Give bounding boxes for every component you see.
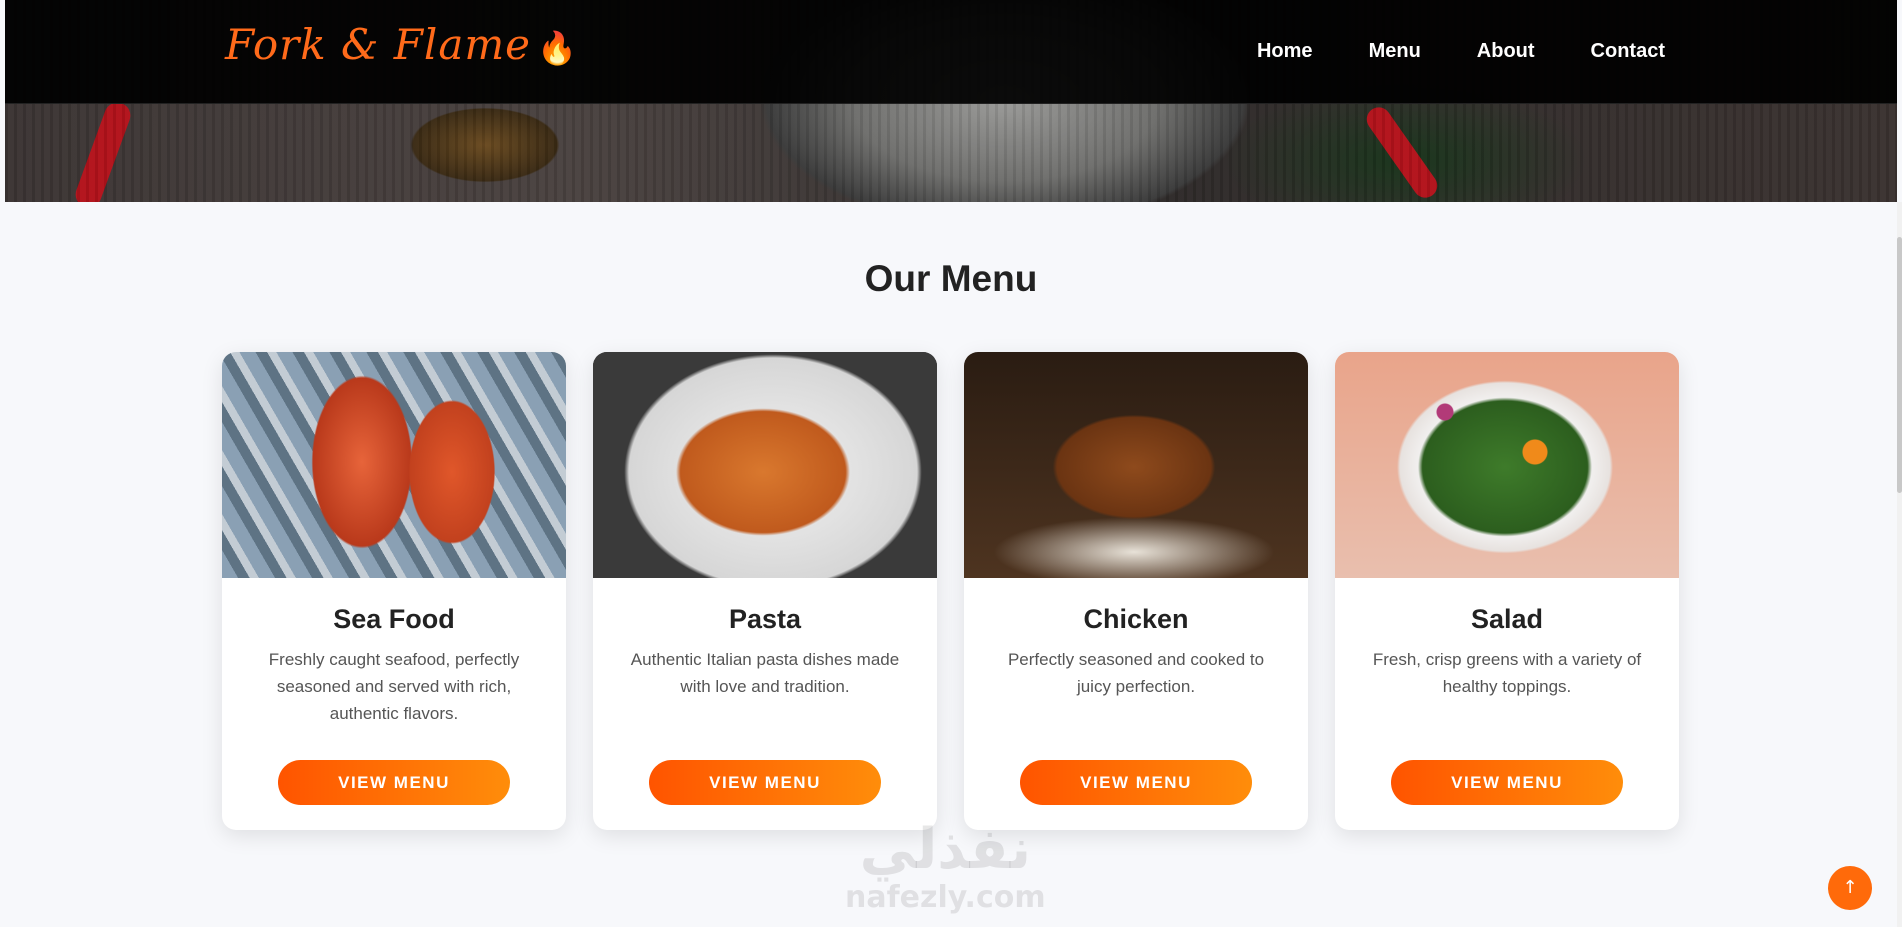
salad-image: [1335, 352, 1679, 578]
view-menu-button[interactable]: VIEW MENU: [278, 760, 510, 805]
nav-item-about[interactable]: About: [1477, 40, 1535, 63]
view-menu-button[interactable]: VIEW MENU: [1391, 760, 1623, 805]
scrollbar-thumb[interactable]: [1897, 237, 1902, 493]
menu-cards: Sea Food Freshly caught seafood, perfect…: [222, 352, 1679, 830]
nav-menu: Home Menu About Contact: [1257, 40, 1665, 63]
chili-decoration: [1362, 102, 1442, 202]
chicken-image: [964, 352, 1308, 578]
flame-icon: 🔥: [537, 29, 578, 67]
card-description: Authentic Italian pasta dishes made with…: [630, 650, 900, 696]
nav-item-home[interactable]: Home: [1257, 40, 1313, 63]
watermark-arabic: نفذلي: [859, 817, 1031, 882]
menu-card-pasta: Pasta Authentic Italian pasta dishes mad…: [593, 352, 937, 830]
card-title: Salad: [1470, 604, 1544, 634]
brand-name: Fork & Flame: [225, 20, 532, 69]
watermark-latin: nafezly.com: [845, 880, 1046, 915]
watermark: نفذلي nafezly.com: [845, 817, 1046, 916]
seafood-image: [222, 352, 566, 578]
card-title: Chicken: [1083, 604, 1189, 634]
card-description: Perfectly seasoned and cooked to juicy p…: [1007, 650, 1265, 696]
scroll-to-top-button[interactable]: ↑: [1828, 866, 1872, 910]
menu-card-chicken: Chicken Perfectly seasoned and cooked to…: [964, 352, 1308, 830]
section-title: Our Menu: [864, 258, 1038, 299]
nav-item-contact[interactable]: Contact: [1591, 40, 1665, 63]
brand-logo[interactable]: Fork & Flame 🔥: [225, 20, 578, 69]
view-menu-button[interactable]: VIEW MENU: [649, 760, 881, 805]
card-description: Freshly caught seafood, perfectly season…: [268, 650, 520, 723]
menu-card-seafood: Sea Food Freshly caught seafood, perfect…: [222, 352, 566, 830]
nav-item-menu[interactable]: Menu: [1369, 40, 1421, 63]
card-title: Pasta: [728, 604, 802, 634]
chili-decoration: [71, 98, 135, 202]
card-title: Sea Food: [333, 604, 455, 634]
navbar: Fork & Flame 🔥 Home Menu About Contact: [5, 0, 1897, 104]
pasta-image: [593, 352, 937, 578]
card-description: Fresh, crisp greens with a variety of he…: [1372, 650, 1642, 696]
menu-card-salad: Salad Fresh, crisp greens with a variety…: [1335, 352, 1679, 830]
arrow-up-icon: ↑: [1842, 877, 1858, 898]
view-menu-button[interactable]: VIEW MENU: [1020, 760, 1252, 805]
